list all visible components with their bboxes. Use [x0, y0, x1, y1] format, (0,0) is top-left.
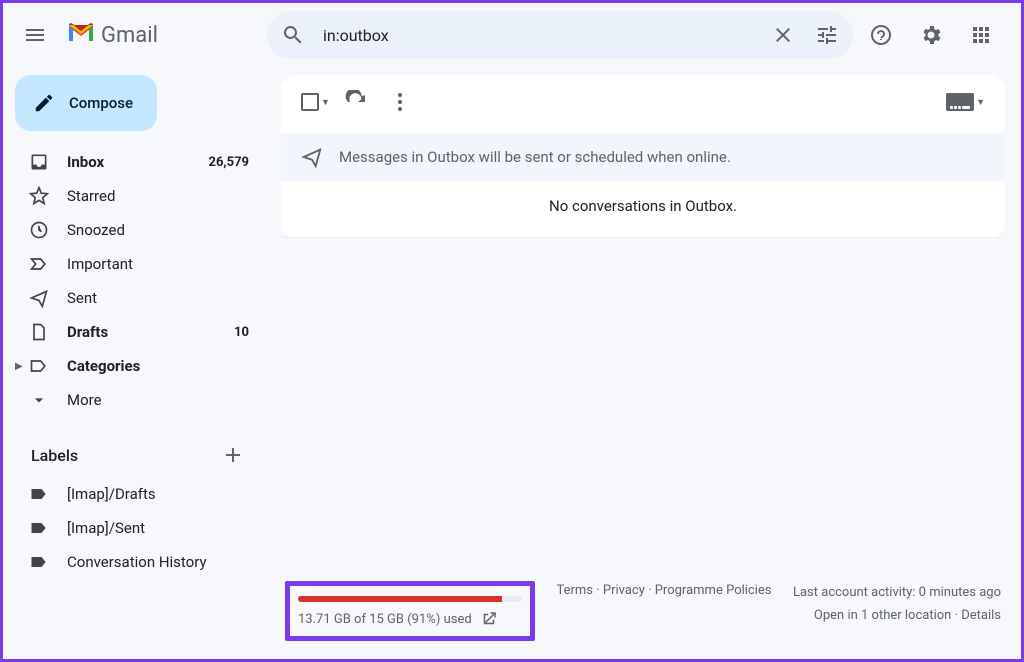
categories-icon [29, 356, 49, 376]
nav-important[interactable]: Important [15, 247, 265, 281]
menu-icon [23, 23, 47, 47]
banner-text: Messages in Outbox will be sent or sched… [339, 148, 731, 166]
settings-button[interactable] [907, 11, 955, 59]
nav-label: Snoozed [67, 221, 249, 239]
search-input[interactable] [317, 26, 759, 45]
refresh-button[interactable] [334, 78, 378, 126]
activity-line: Last account activity: 0 minutes ago [793, 581, 1001, 604]
toolbar: ▼ ▼ [281, 75, 1005, 129]
sidebar: Compose Inbox 26,579 Starred Snoozed [3, 67, 273, 659]
gmail-m-icon [67, 22, 95, 48]
label-item[interactable]: [Imap]/Drafts [15, 477, 265, 511]
clock-icon [29, 220, 49, 240]
apps-button[interactable] [957, 11, 1005, 59]
nav-categories[interactable]: Categories [25, 349, 265, 383]
apps-icon [969, 23, 993, 47]
nav-label: Sent [67, 289, 249, 307]
nav-more[interactable]: More [15, 383, 265, 417]
nav-label: Starred [67, 187, 249, 205]
label-icon [29, 552, 49, 572]
label-item[interactable]: [Imap]/Sent [15, 511, 265, 545]
open-in-new-icon[interactable] [480, 610, 498, 628]
pencil-icon [33, 92, 55, 114]
labels-title: Labels [31, 446, 78, 465]
app-name: Gmail [101, 23, 158, 48]
caret-right-icon[interactable]: ▶ [15, 361, 25, 372]
nav-label: Categories [67, 357, 249, 375]
label-item[interactable]: Conversation History [15, 545, 265, 579]
details-link[interactable]: Details [961, 608, 1001, 623]
nav-list: Inbox 26,579 Starred Snoozed Important [15, 145, 265, 417]
label-text: [Imap]/Sent [67, 519, 249, 537]
empty-state: No conversations in Outbox. [281, 181, 1005, 238]
terms-link[interactable]: Terms [556, 583, 593, 598]
close-icon [771, 23, 795, 47]
storage-text: 13.71 GB of 15 GB (91%) used [298, 612, 472, 627]
tune-icon [815, 23, 839, 47]
nav-sent[interactable]: Sent [15, 281, 265, 315]
activity-locations: Open in 1 other location [814, 608, 951, 623]
compose-label: Compose [69, 94, 133, 112]
sent-icon [301, 146, 323, 168]
chevron-down-icon [29, 390, 49, 410]
help-icon [869, 23, 893, 47]
footer: 13.71 GB of 15 GB (91%) used Terms · Pri… [281, 571, 1005, 651]
important-icon [29, 254, 49, 274]
gmail-logo[interactable]: Gmail [63, 22, 263, 48]
activity-info: Last account activity: 0 minutes ago Ope… [793, 581, 1001, 628]
nav-snoozed[interactable]: Snoozed [15, 213, 265, 247]
header: Gmail [3, 3, 1021, 67]
labels-list: [Imap]/Drafts [Imap]/Sent Conversation H… [15, 477, 265, 579]
label-text: [Imap]/Drafts [67, 485, 249, 503]
nav-label: Important [67, 255, 249, 273]
add-label-button[interactable] [219, 441, 247, 469]
main-panel: ▼ ▼ Messages in Outbox [273, 67, 1021, 659]
plus-icon [221, 443, 245, 467]
gear-icon [919, 23, 943, 47]
nav-drafts[interactable]: Drafts 10 [15, 315, 265, 349]
compose-button[interactable]: Compose [15, 75, 157, 131]
privacy-link[interactable]: Privacy [603, 583, 645, 598]
search-icon [281, 23, 305, 47]
clear-search-button[interactable] [763, 15, 803, 55]
refresh-icon [344, 90, 368, 114]
storage-widget: 13.71 GB of 15 GB (91%) used [285, 581, 535, 641]
nav-inbox[interactable]: Inbox 26,579 [15, 145, 265, 179]
labels-header: Labels [15, 417, 265, 477]
outbox-banner: Messages in Outbox will be sent or sched… [281, 133, 1005, 181]
more-vert-icon [388, 90, 412, 114]
label-icon [29, 518, 49, 538]
chevron-down-icon[interactable]: ▼ [321, 97, 330, 108]
star-icon [29, 186, 49, 206]
footer-links: Terms · Privacy · Programme Policies [555, 581, 773, 602]
search-options-button[interactable] [807, 15, 847, 55]
header-actions [857, 11, 1013, 59]
select-all[interactable]: ▼ [297, 89, 334, 115]
inbox-icon [29, 152, 49, 172]
search-bar[interactable] [267, 11, 853, 59]
nav-starred[interactable]: Starred [15, 179, 265, 213]
storage-progress [298, 596, 522, 602]
input-tools-button[interactable]: ▼ [942, 89, 989, 115]
nav-count: 26,579 [209, 155, 250, 170]
label-icon [29, 484, 49, 504]
more-button[interactable] [378, 78, 422, 126]
nav-label: More [67, 391, 249, 409]
chevron-down-icon: ▼ [976, 97, 985, 108]
keyboard-icon [946, 93, 974, 111]
main-menu-button[interactable] [11, 11, 59, 59]
checkbox-icon [301, 93, 319, 111]
nav-categories-row: ▶ Categories [15, 349, 265, 383]
nav-label: Drafts [67, 323, 216, 341]
file-icon [29, 322, 49, 342]
sent-icon [29, 288, 49, 308]
nav-count: 10 [234, 325, 249, 340]
support-button[interactable] [857, 11, 905, 59]
search-button[interactable] [273, 15, 313, 55]
nav-label: Inbox [67, 153, 191, 171]
label-text: Conversation History [67, 553, 249, 571]
programme-link[interactable]: Programme Policies [655, 583, 772, 598]
